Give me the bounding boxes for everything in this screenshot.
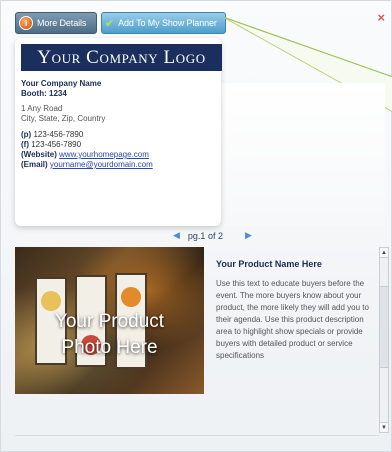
product-description: Your Product Name Here Use this text to … [216,259,376,362]
photo-text-line-2: Photo Here [61,337,158,358]
photo-decoration [41,291,61,311]
email-link[interactable]: yourname@yourdomain.com [50,160,153,169]
photo-text-line-1: Your Product [54,311,165,332]
product-description-text: Use this text to educate buyers before t… [216,279,369,360]
contact-card-backdrop [221,83,385,226]
add-planner-label: Add To My Show Planner [118,18,217,28]
close-icon[interactable]: × [377,11,385,24]
contact-card: Your Company Logo Your Company Name Boot… [15,38,222,226]
address-line-2: City, State, Zip, Country [21,114,106,123]
fax-value: 123-456-7890 [31,140,82,149]
checkmark-icon: ✔ [105,17,115,30]
phone-label: (p) [21,130,32,139]
add-to-planner-button[interactable]: ✔ Add To My Show Planner [101,12,226,34]
photo-placeholder-text: Your Product Photo Here [15,309,204,361]
website-link[interactable]: www.yourhomepage.com [59,150,149,159]
website-label: (Website) [21,150,57,159]
phone-row: (p) 123-456-7890 [21,130,153,140]
product-photo: Your Product Photo Here [15,247,204,394]
fax-row: (f) 123-456-7890 [21,140,153,150]
info-icon: i [19,16,33,30]
product-name: Your Product Name Here [216,259,322,269]
email-row: (Email) yourname@yourdomain.com [21,160,153,170]
scroll-thumb[interactable] [380,286,388,368]
page-indicator: pg.1 of 2 [187,230,223,241]
next-page-icon[interactable]: ▶ [245,230,252,241]
scroll-down-icon[interactable]: ▼ [380,422,388,432]
more-details-button[interactable]: i More Details [15,12,97,34]
toolbar: i More Details ✔ Add To My Show Planner [15,12,226,34]
company-info: Your Company Name Booth: 1234 1 Any Road… [21,79,153,170]
divider [15,435,379,436]
exhibitor-popup: × i More Details ✔ Add To My Show Planne… [0,0,392,452]
more-details-label: More Details [37,18,87,28]
description-scrollbar[interactable]: ▲ ▼ [379,247,389,433]
booth-number: Booth: 1234 [21,89,67,98]
email-label: (Email) [21,160,48,169]
company-name: Your Company Name [21,79,102,88]
company-logo: Your Company Logo [21,44,222,71]
photo-decoration [121,287,141,307]
address-line-1: 1 Any Road [21,104,63,113]
fax-label: (f) [21,140,29,149]
website-row: (Website) www.yourhomepage.com [21,150,153,160]
pager: ◀ pg.1 of 2 ▶ [173,230,252,241]
prev-page-icon[interactable]: ◀ [173,230,180,241]
scroll-up-icon[interactable]: ▲ [380,248,388,258]
phone-value: 123-456-7890 [33,130,84,139]
